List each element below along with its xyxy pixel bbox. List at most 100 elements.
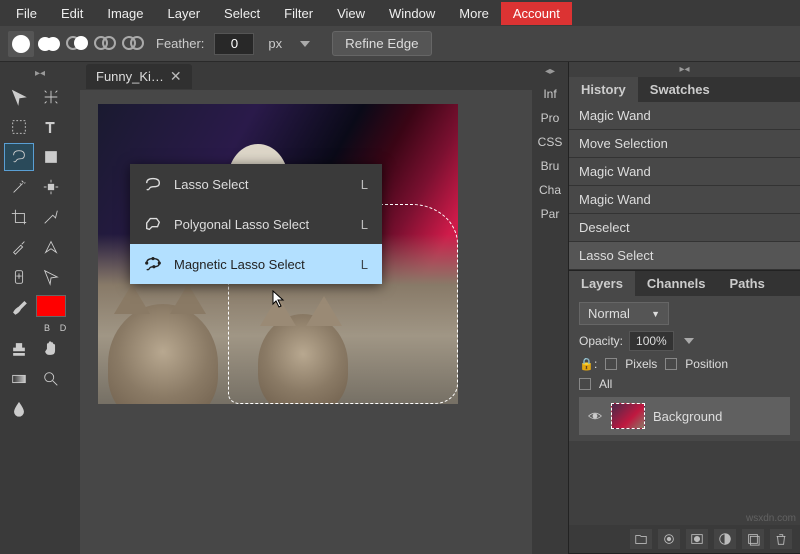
menu-account[interactable]: Account — [501, 2, 572, 25]
panel-expand-icon[interactable]: ▸◂ — [569, 62, 800, 77]
selection-intersect-icon[interactable] — [92, 31, 118, 57]
shape-tool[interactable] — [36, 143, 66, 171]
document-tabbar: Funny_Ki… ✕ — [80, 62, 532, 90]
refine-edge-button[interactable]: Refine Edge — [332, 31, 431, 56]
type-tool[interactable]: T — [36, 113, 66, 141]
menu-view[interactable]: View — [325, 2, 377, 25]
menu-edit[interactable]: Edit — [49, 2, 95, 25]
svg-text:T: T — [46, 120, 55, 136]
move-handle-tool[interactable] — [36, 173, 66, 201]
eyedropper-tool[interactable] — [4, 233, 34, 261]
crop-tool[interactable] — [4, 203, 34, 231]
dock-properties[interactable]: Pro — [541, 111, 560, 125]
tab-channels[interactable]: Channels — [635, 271, 718, 296]
selection-xor-icon[interactable] — [120, 31, 146, 57]
flyout-label: Magnetic Lasso Select — [174, 257, 305, 272]
document-tab[interactable]: Funny_Ki… ✕ — [86, 64, 192, 89]
new-layer-button[interactable] — [742, 529, 764, 549]
menu-file[interactable]: File — [4, 2, 49, 25]
swatch-labels: BD — [4, 323, 76, 333]
selection-add-icon[interactable] — [36, 31, 62, 57]
layers-panel: Layers Channels Paths Normal ▼ Opacity: … — [569, 271, 800, 554]
document-area: Funny_Ki… ✕ — [80, 62, 532, 554]
layer-thumbnail — [611, 403, 645, 429]
lasso-select-option[interactable]: Lasso Select L — [130, 164, 382, 204]
layer-item[interactable]: Background — [579, 397, 790, 435]
history-list: Magic Wand Move Selection Magic Wand Mag… — [569, 102, 800, 270]
dock-info[interactable]: Inf — [543, 87, 556, 101]
pen-tool[interactable] — [36, 233, 66, 261]
lasso-icon — [144, 176, 162, 192]
new-folder-button[interactable] — [630, 529, 652, 549]
artboard-tool[interactable] — [36, 83, 66, 111]
add-mask-button[interactable] — [686, 529, 708, 549]
dock-expand-icon[interactable]: ◂▸ — [545, 66, 555, 77]
flyout-shortcut: L — [361, 177, 368, 192]
lock-position-checkbox[interactable] — [665, 358, 677, 370]
rect-select-tool[interactable] — [4, 113, 34, 141]
delete-layer-button[interactable] — [770, 529, 792, 549]
gradient-tool[interactable] — [4, 365, 34, 393]
canvas[interactable] — [80, 90, 532, 554]
watermark: wsxdn.com — [746, 513, 796, 524]
history-panel: History Swatches Magic Wand Move Selecti… — [569, 77, 800, 271]
feather-label: Feather: — [156, 36, 204, 51]
flyout-shortcut: L — [361, 217, 368, 232]
history-item[interactable]: Magic Wand — [569, 158, 800, 186]
move-tool[interactable] — [4, 83, 34, 111]
tab-layers[interactable]: Layers — [569, 271, 635, 296]
adjustment-layer-button[interactable] — [714, 529, 736, 549]
dock-character[interactable]: Cha — [539, 183, 561, 197]
menu-image[interactable]: Image — [95, 2, 155, 25]
lock-all-label: All — [599, 377, 612, 391]
feather-dropdown-icon[interactable] — [300, 41, 310, 47]
layer-effects-button[interactable] — [658, 529, 680, 549]
close-icon[interactable]: ✕ — [170, 68, 182, 85]
blend-mode-select[interactable]: Normal ▼ — [579, 302, 669, 325]
blur-tool[interactable] — [4, 395, 34, 423]
tab-history[interactable]: History — [569, 77, 638, 102]
history-item[interactable]: Move Selection — [569, 130, 800, 158]
lock-all-checkbox[interactable] — [579, 378, 591, 390]
dock-brush[interactable]: Bru — [541, 159, 560, 173]
lock-pixels-checkbox[interactable] — [605, 358, 617, 370]
toolbox: ▸◂ T — [0, 62, 80, 554]
history-item[interactable]: Magic Wand — [569, 186, 800, 214]
magnetic-lasso-option[interactable]: Magnetic Lasso Select L — [130, 244, 382, 284]
opacity-dropdown-icon[interactable] — [684, 338, 694, 344]
layers-controls: Normal ▼ Opacity: 100% 🔒: Pixels Positio… — [569, 296, 800, 441]
feather-input[interactable] — [214, 33, 254, 55]
stamp-tool[interactable] — [4, 335, 34, 363]
lasso-flyout-menu: Lasso Select L Polygonal Lasso Select L … — [130, 164, 382, 284]
path-select-tool[interactable] — [36, 263, 66, 291]
menu-more[interactable]: More — [447, 2, 501, 25]
lock-icon: 🔒: — [579, 357, 597, 371]
menu-select[interactable]: Select — [212, 2, 272, 25]
slice-tool[interactable] — [36, 203, 66, 231]
hand-tool[interactable] — [36, 335, 66, 363]
history-item[interactable]: Magic Wand — [569, 102, 800, 130]
history-item[interactable]: Deselect — [569, 214, 800, 242]
lasso-tool[interactable] — [4, 143, 34, 171]
tab-swatches[interactable]: Swatches — [638, 77, 722, 102]
brush-tool[interactable] — [4, 293, 34, 321]
cursor-pointer-icon — [272, 290, 286, 308]
selection-subtract-icon[interactable] — [64, 31, 90, 57]
polygonal-lasso-option[interactable]: Polygonal Lasso Select L — [130, 204, 382, 244]
toolbox-expand-icon[interactable]: ▸◂ — [4, 66, 76, 81]
opacity-value[interactable]: 100% — [629, 331, 674, 351]
lock-pixels-label: Pixels — [625, 357, 657, 371]
heal-tool[interactable] — [4, 263, 34, 291]
history-item[interactable]: Lasso Select — [569, 242, 800, 270]
selection-new-icon[interactable] — [8, 31, 34, 57]
dock-css[interactable]: CSS — [538, 135, 563, 149]
tab-paths[interactable]: Paths — [717, 271, 776, 296]
menu-window[interactable]: Window — [377, 2, 447, 25]
magic-wand-tool[interactable] — [4, 173, 34, 201]
zoom-tool[interactable] — [36, 365, 66, 393]
visibility-icon[interactable] — [587, 408, 603, 424]
foreground-color-swatch[interactable] — [36, 295, 66, 317]
menu-layer[interactable]: Layer — [156, 2, 213, 25]
menu-filter[interactable]: Filter — [272, 2, 325, 25]
dock-paragraph[interactable]: Par — [541, 207, 560, 221]
